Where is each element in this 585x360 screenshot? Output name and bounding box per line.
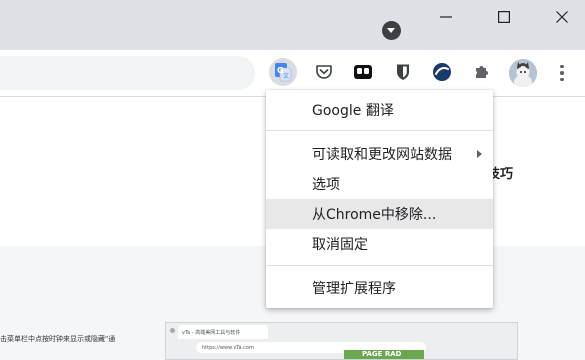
minimize-button[interactable] <box>423 0 469 34</box>
maximize-button[interactable] <box>481 0 527 34</box>
menu-item-label: Google 翻译 <box>312 103 394 119</box>
menu-item-label: 管理扩展程序 <box>312 281 396 297</box>
menu-item-site-access[interactable]: 可读取和更改网站数据 <box>266 139 493 169</box>
sync-extension-button[interactable] <box>428 58 456 86</box>
tabbed-icon <box>354 65 372 79</box>
google-translate-icon: G 文 <box>275 63 292 82</box>
thumbnail-window-dot <box>170 328 175 333</box>
edge-sync-icon <box>433 63 451 81</box>
tabbed-extension-button[interactable] <box>349 58 377 86</box>
tab-search-icon[interactable] <box>382 21 401 40</box>
minimize-icon <box>440 16 452 18</box>
menu-item-manage-extensions[interactable]: 管理扩展程序 <box>266 273 493 303</box>
profile-avatar[interactable] <box>509 59 537 87</box>
extensions-button[interactable] <box>468 58 496 86</box>
svg-text:文: 文 <box>283 72 289 80</box>
menu-item-options[interactable]: 选项 <box>266 169 493 199</box>
pocket-button[interactable] <box>310 58 338 86</box>
menu-item-label: 选项 <box>312 177 340 193</box>
kebab-dot-icon <box>560 64 564 69</box>
kebab-dot-icon <box>560 77 564 82</box>
menu-item-unpin[interactable]: 取消固定 <box>266 229 493 259</box>
cat-avatar-icon <box>509 59 537 87</box>
thumbnail-badge: PAGE RAD <box>344 350 424 359</box>
maximize-icon <box>498 11 510 23</box>
menu-item-label: 从Chrome中移除... <box>312 207 437 223</box>
kebab-dot-icon <box>560 71 564 75</box>
close-icon <box>556 11 568 23</box>
close-button[interactable] <box>539 0 585 34</box>
more-menu-button[interactable] <box>552 60 572 86</box>
thumbnail-tab: vTa - 高端美网工具与软件 <box>178 325 268 339</box>
menu-item-extension-title[interactable]: Google 翻译 <box>266 95 493 125</box>
submenu-arrow-icon <box>477 150 482 158</box>
article-snippet: 击菜单栏中点按时钟来显示或隐藏"通 <box>0 335 116 343</box>
article-screenshot: vTa - 高端美网工具与软件 https://www.vTa.com PAGE… <box>165 322 518 360</box>
bitwarden-button[interactable] <box>389 58 417 86</box>
title-bar <box>0 0 585 50</box>
menu-item-remove[interactable]: 从Chrome中移除... <box>266 199 493 229</box>
pocket-icon <box>316 65 332 79</box>
menu-item-label: 取消固定 <box>312 237 368 253</box>
extensions-puzzle-icon <box>476 66 488 78</box>
extension-context-menu: Google 翻译 可读取和更改网站数据 选项 从Chrome中移除... 取消… <box>266 90 493 308</box>
bitwarden-icon <box>397 64 409 80</box>
menu-item-label: 可读取和更改网站数据 <box>312 147 452 163</box>
address-bar[interactable] <box>0 56 255 90</box>
google-translate-button[interactable]: G 文 <box>269 58 297 86</box>
menu-separator <box>266 130 493 131</box>
menu-separator <box>266 265 493 266</box>
